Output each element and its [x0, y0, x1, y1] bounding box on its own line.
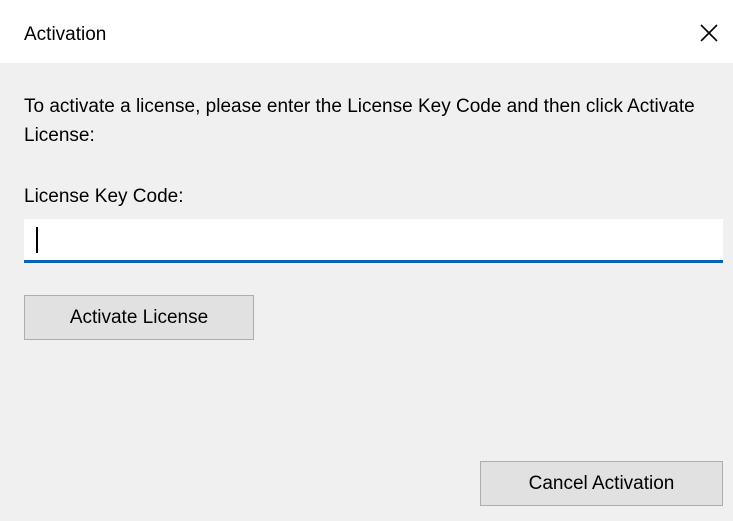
- window-title: Activation: [24, 24, 107, 45]
- instructions-text: To activate a license, please enter the …: [24, 96, 695, 146]
- activation-dialog: Activation To activate a license, please…: [0, 0, 733, 521]
- close-button[interactable]: [685, 12, 733, 54]
- text-caret: [36, 227, 38, 253]
- activate-license-button[interactable]: Activate License: [24, 295, 254, 340]
- license-key-label: License Key Code:: [24, 186, 184, 207]
- close-icon: [700, 24, 718, 42]
- title-bar: Activation: [0, 0, 733, 63]
- license-key-input[interactable]: [24, 219, 723, 263]
- cancel-activation-button[interactable]: Cancel Activation: [480, 461, 723, 506]
